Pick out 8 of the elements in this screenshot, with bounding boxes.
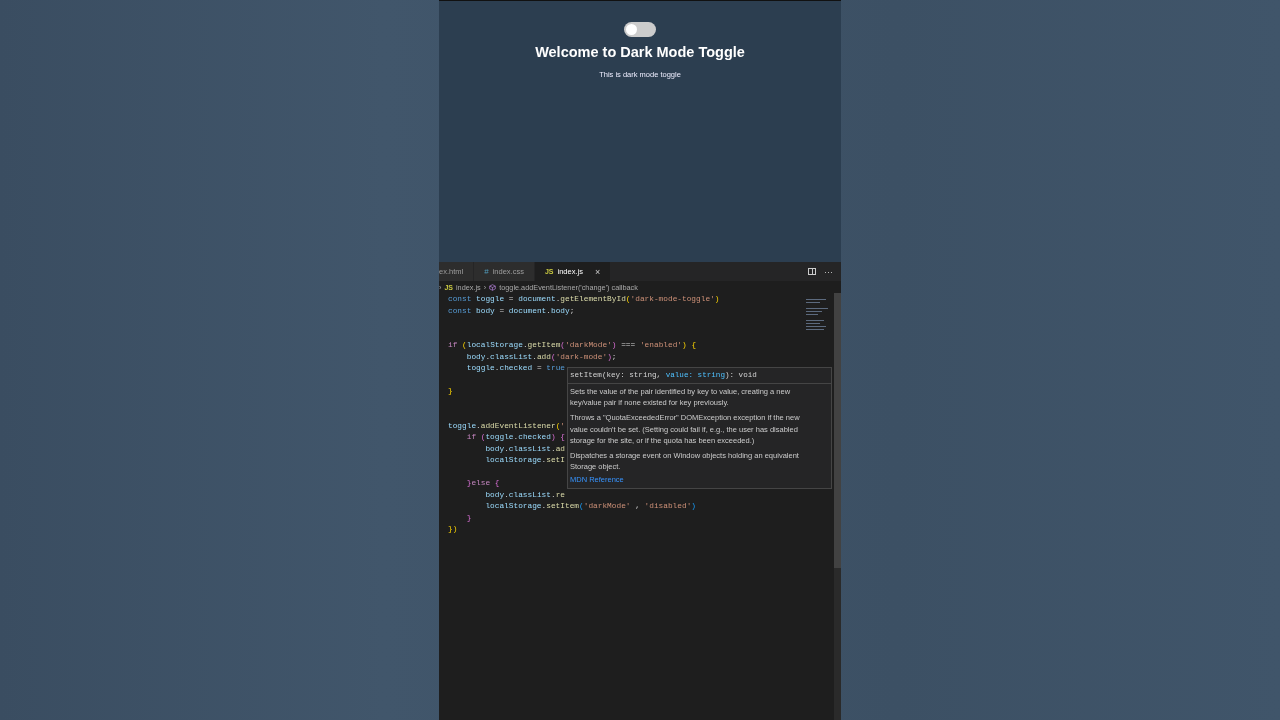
more-actions-button[interactable]: ···: [824, 266, 833, 277]
split-editor-icon[interactable]: [808, 268, 816, 275]
file-type-icon: #: [484, 267, 489, 276]
cube-icon: [489, 283, 497, 291]
scrollbar[interactable]: [834, 293, 841, 720]
toggle-switch[interactable]: [624, 22, 656, 37]
page-heading: Welcome to Dark Mode Toggle: [535, 44, 745, 60]
close-icon[interactable]: ×: [594, 266, 601, 277]
